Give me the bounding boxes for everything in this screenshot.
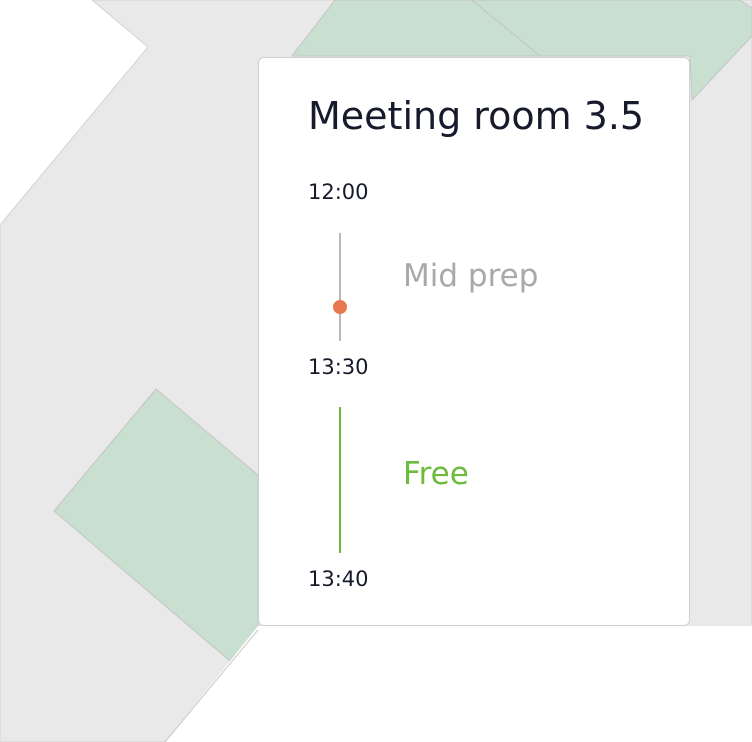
current-time-indicator [333,300,347,314]
booking-label[interactable]: Mid prep [403,258,538,294]
room-title: Meeting room 3.5 [308,94,645,138]
free-slot-label[interactable]: Free [403,456,469,492]
time-middle: 13:30 [308,355,369,379]
time-end: 13:40 [308,567,369,591]
time-start: 12:00 [308,180,369,204]
outside-area [165,626,752,742]
free-timeline-bar [339,407,341,553]
room-info-card: Meeting room 3.5 12:00 Mid prep 13:30 Fr… [258,57,690,626]
busy-timeline-bar [339,233,341,341]
